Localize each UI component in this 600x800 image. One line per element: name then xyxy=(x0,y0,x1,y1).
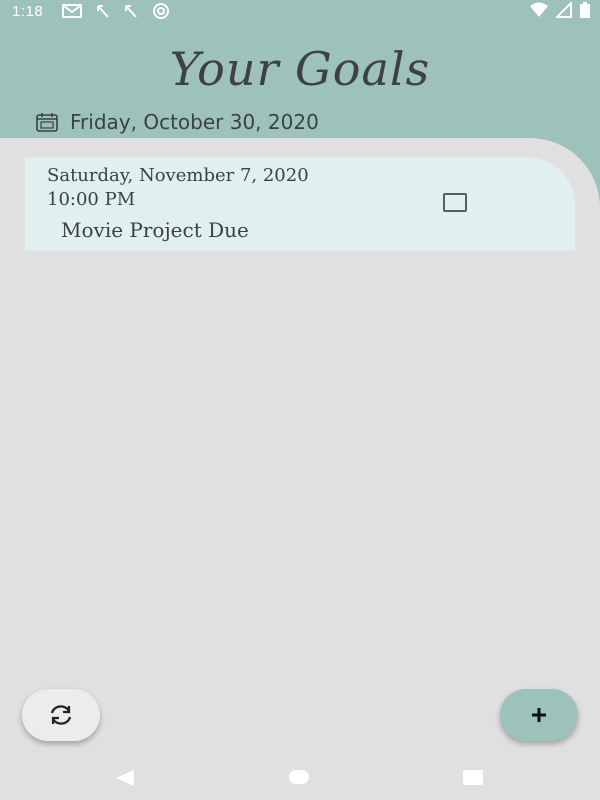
wifi-icon xyxy=(530,2,548,17)
plus-icon xyxy=(532,708,546,722)
goal-date: Saturday, November 7, 2020 xyxy=(47,165,309,186)
add-goal-button[interactable] xyxy=(500,689,578,741)
goal-time: 10:00 PM xyxy=(47,189,136,210)
status-icons-left xyxy=(62,2,170,20)
back-icon[interactable] xyxy=(114,769,136,787)
status-bar: 1:18 xyxy=(0,0,600,24)
goal-title: Movie Project Due xyxy=(61,218,249,242)
page-title: Your Goals xyxy=(169,42,431,96)
goal-card[interactable]: Saturday, November 7, 2020 10:00 PM Movi… xyxy=(25,157,575,251)
calendar-icon xyxy=(36,113,58,132)
mail-icon xyxy=(62,4,82,18)
battery-icon xyxy=(580,2,590,18)
sync-icon xyxy=(153,3,169,19)
missed-call-icon xyxy=(97,5,109,18)
home-icon[interactable] xyxy=(289,770,309,784)
goal-checkbox[interactable] xyxy=(443,193,467,212)
status-icons-right xyxy=(530,2,590,18)
current-date-row: Friday, October 30, 2020 xyxy=(36,110,319,134)
status-time: 1:18 xyxy=(12,3,44,20)
refresh-icon xyxy=(50,705,72,725)
navigation-bar xyxy=(0,755,600,800)
recents-icon[interactable] xyxy=(463,770,483,785)
missed-call-icon xyxy=(125,5,137,18)
current-date: Friday, October 30, 2020 xyxy=(70,110,319,134)
refresh-button[interactable] xyxy=(22,689,100,741)
signal-icon xyxy=(556,2,572,18)
